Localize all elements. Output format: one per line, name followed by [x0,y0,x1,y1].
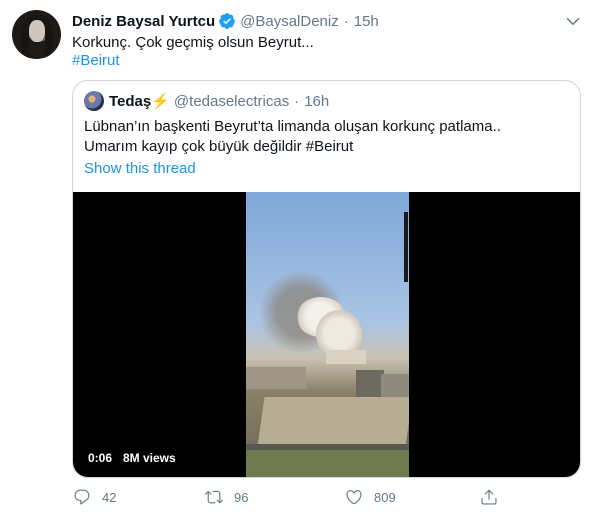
reply-count: 42 [102,489,117,505]
quoted-tweet-text: Lübnan’ın başkenti Beyrut’ta limanda olu… [84,117,564,157]
quoted-avatar[interactable] [84,91,104,111]
reply-button[interactable]: 42 [73,486,116,508]
chevron-down-icon[interactable] [562,10,584,32]
tweet-text: Korkunç. Çok geçmiş olsun Beyrut... [72,34,314,51]
video-frame-edge [404,212,408,282]
quoted-text-line-2: Umarım kayıp çok büyük değildir #Beirut [84,138,354,155]
quoted-tweet-header: Tedaş⚡ @tedaselectricas · 16h [84,91,329,111]
video-player[interactable]: 0:06 8M views [73,192,580,477]
quoted-text-line-1: Lübnan’ın başkenti Beyrut’ta limanda olu… [84,118,501,135]
like-icon [345,488,363,506]
separator-dot: · [343,12,349,30]
share-icon [480,488,498,506]
video-duration: 0:06 [88,451,113,465]
verified-badge-icon [218,12,236,30]
retweet-button[interactable]: 96 [205,486,248,508]
show-thread-link[interactable]: Show this thread [84,159,196,179]
like-count: 809 [374,489,396,505]
video-view-count: 8M views [123,451,176,465]
share-button[interactable] [480,486,498,508]
quoted-tweet[interactable]: Tedaş⚡ @tedaselectricas · 16h Lübnan’ın … [72,80,581,478]
video-frame [246,192,409,477]
retweet-count: 96 [234,489,249,505]
hashtag-link[interactable]: #Beirut [72,51,120,71]
tweet-timestamp[interactable]: 15h [354,13,379,30]
tweet-header: Deniz Baysal Yurtcu @BaysalDeniz · 15h [72,11,379,31]
avatar[interactable] [12,10,61,59]
reply-icon [73,488,91,506]
author-handle[interactable]: @BaysalDeniz [240,13,339,30]
quoted-author-name[interactable]: Tedaş⚡ [109,92,170,110]
tweet[interactable]: Deniz Baysal Yurtcu @BaysalDeniz · 15h K… [0,0,595,519]
quoted-tweet-timestamp[interactable]: 16h [304,93,329,110]
separator-dot: · [294,92,300,110]
like-button[interactable]: 809 [345,486,396,508]
retweet-icon [205,488,223,506]
author-name[interactable]: Deniz Baysal Yurtcu [72,13,215,30]
quoted-author-handle[interactable]: @tedaselectricas [174,93,289,110]
